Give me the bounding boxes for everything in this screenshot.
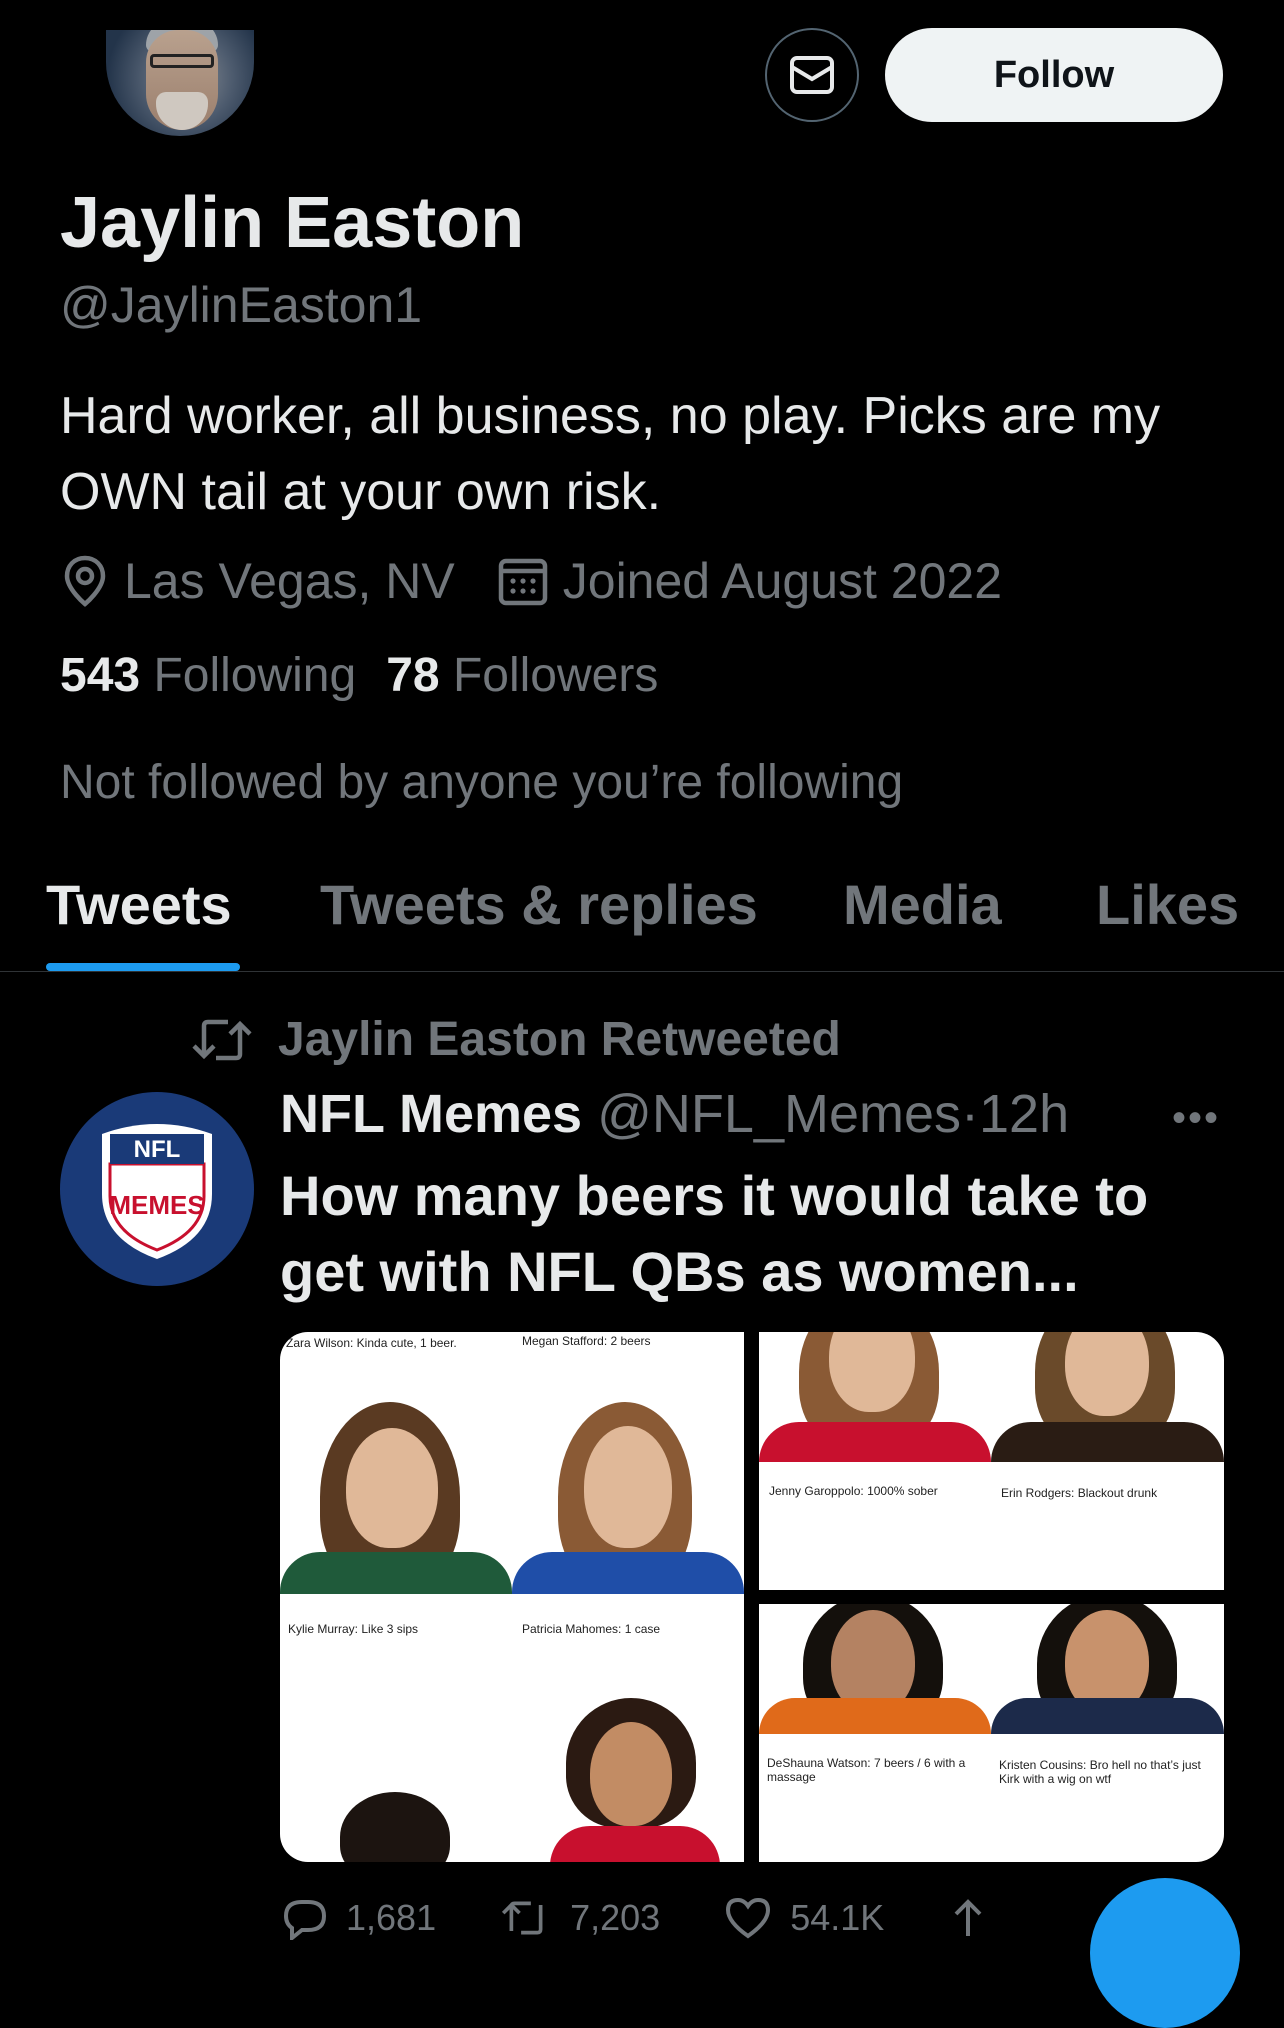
nfl-memes-logo: NFL MEMES — [102, 1124, 212, 1259]
following-link[interactable]: 543 Following — [60, 649, 356, 702]
photo-person — [550, 1698, 720, 1862]
retweet-button[interactable]: 7,203 — [500, 1896, 660, 1940]
retweet-icon — [502, 1901, 543, 1935]
media-caption: Erin Rodgers: Blackout drunk — [1001, 1486, 1158, 1500]
joined-text: Joined August 2022 — [562, 553, 1003, 609]
following-count: 543 — [60, 649, 141, 702]
media-image-left[interactable]: Zara Wilson: Kinda cute, 1 beer. Megan S… — [280, 1332, 744, 1862]
photo-person — [759, 1332, 991, 1462]
tab-media[interactable]: Media — [843, 872, 1002, 937]
like-button[interactable]: 54.1K — [724, 1896, 884, 1940]
photo-person — [759, 1604, 991, 1734]
tweet-author-avatar[interactable]: NFL MEMES — [60, 1092, 254, 1286]
share-button[interactable] — [948, 1896, 1006, 1940]
media-caption: Jenny Garoppolo: 1000% sober — [769, 1484, 938, 1498]
reply-icon — [283, 1900, 327, 1940]
tweet-actions: 1,681 7,203 54.1K — [280, 1896, 1040, 1940]
tweet-header: NFL Memes @NFL_Memes·12h — [280, 1083, 1069, 1145]
share-icon — [954, 1899, 982, 1936]
followers-count: 78 — [386, 649, 440, 702]
follow-stats: 543 Following 78 Followers — [60, 648, 658, 703]
retweet-icon — [192, 1019, 252, 1060]
calendar-icon — [498, 558, 548, 606]
photo-person — [512, 1402, 744, 1594]
photo-person — [320, 1792, 470, 1862]
profile-meta: Las Vegas, NV Joined August 2022 — [60, 548, 1044, 614]
joined-item: Joined August 2022 — [497, 552, 1002, 610]
tab-tweets-replies[interactable]: Tweets & replies — [320, 872, 758, 937]
location-text: Las Vegas, NV — [124, 553, 455, 609]
media-caption: Kristen Cousins: Bro hell no that’s just… — [999, 1758, 1201, 1786]
tabs-divider — [0, 971, 1284, 972]
tweet-separator: · — [961, 1084, 979, 1144]
tweet-text: How many beers it would take to get with… — [280, 1164, 1149, 1303]
logo-memes-text: MEMES — [109, 1190, 204, 1220]
not-followed-notice: Not followed by anyone you’re following — [60, 756, 904, 809]
tweet-media[interactable]: Zara Wilson: Kinda cute, 1 beer. Megan S… — [280, 1332, 1224, 1862]
message-button[interactable] — [765, 28, 859, 122]
logo-nfl-text: NFL — [134, 1136, 181, 1163]
tweet-username[interactable]: @NFL_Memes — [597, 1084, 961, 1144]
more-options-icon[interactable]: ••• — [1172, 1096, 1220, 1141]
tweet-time[interactable]: 12h — [979, 1084, 1069, 1144]
following-label: Following — [153, 649, 357, 702]
profile-avatar[interactable] — [106, 30, 254, 136]
tweet-display-name[interactable]: NFL Memes — [280, 1084, 582, 1144]
reply-count: 1,681 — [346, 1897, 437, 1938]
like-count: 54.1K — [790, 1897, 885, 1938]
location-item: Las Vegas, NV — [60, 552, 455, 610]
follow-button[interactable]: Follow — [885, 28, 1223, 122]
profile-bio: Hard worker, all business, no play. Pick… — [60, 387, 1161, 521]
tab-tweets[interactable]: Tweets — [46, 872, 232, 937]
photo-person — [280, 1402, 512, 1594]
retweeted-by-text: Jaylin Easton Retweeted — [278, 1013, 841, 1066]
photo-person — [991, 1332, 1224, 1462]
active-tab-indicator — [46, 963, 240, 971]
location-pin-icon — [64, 555, 106, 607]
media-caption: Kylie Murray: Like 3 sips — [288, 1622, 419, 1636]
followers-link[interactable]: 78 Followers — [386, 649, 658, 702]
compose-tweet-button[interactable] — [1090, 1878, 1240, 2028]
followers-label: Followers — [452, 649, 659, 702]
photo-person — [991, 1604, 1224, 1734]
retweet-count: 7,203 — [570, 1897, 661, 1938]
profile-handle: @JaylinEaston1 — [60, 277, 423, 333]
media-caption: DeShauna Watson: 7 beers / 6 with a mass… — [767, 1756, 966, 1784]
tab-likes[interactable]: Likes — [1096, 872, 1239, 937]
avatar-glasses — [150, 54, 214, 68]
media-image-right-top[interactable]: Jenny Garoppolo: 1000% sober Erin Rodger… — [759, 1332, 1224, 1590]
media-caption: Zara Wilson: Kinda cute, 1 beer. — [286, 1336, 457, 1350]
retweet-context[interactable]: Jaylin Easton Retweeted — [190, 1012, 841, 1067]
envelope-icon — [790, 56, 834, 94]
media-caption: Patricia Mahomes: 1 case — [522, 1622, 661, 1636]
media-caption: Megan Stafford: 2 beers — [522, 1334, 651, 1348]
reply-button[interactable]: 1,681 — [280, 1896, 436, 1940]
heart-icon — [726, 1897, 771, 1939]
profile-name: Jaylin Easton — [60, 183, 525, 263]
media-image-right-bottom[interactable]: DeShauna Watson: 7 beers / 6 with a mass… — [759, 1604, 1224, 1862]
